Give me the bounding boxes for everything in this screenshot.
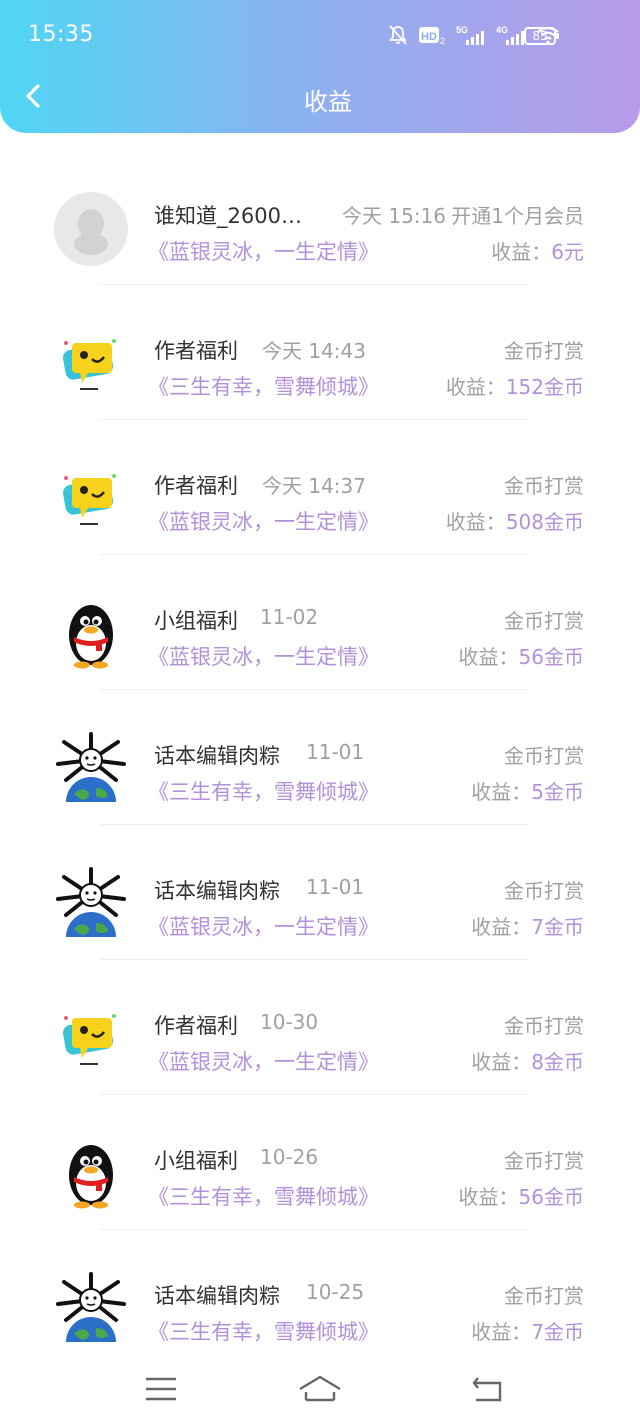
svg-text:4G: 4G bbox=[496, 25, 508, 35]
avatar[interactable] bbox=[52, 1270, 130, 1348]
avatar[interactable] bbox=[52, 325, 130, 403]
status-time: 15:35 bbox=[28, 22, 94, 47]
record-type: 金币打赏 bbox=[504, 609, 584, 633]
book-title: 《三生有幸，雪舞倾城》 bbox=[148, 780, 379, 804]
header-bar: 15:35 HD 2 5G 4G 85 收益 bbox=[0, 0, 640, 133]
record-type: 金币打赏 bbox=[504, 1149, 584, 1173]
record-time: 今天 15:16 bbox=[342, 204, 446, 228]
record-type: 金币打赏 bbox=[504, 744, 584, 768]
record-type: 金币打赏 bbox=[504, 339, 584, 363]
list-item[interactable]: 作者福利 10-30 金币打赏 《蓝银灵冰，一生定情》 收益：8金币 bbox=[0, 960, 640, 1095]
book-title: 《三生有幸，雪舞倾城》 bbox=[148, 375, 379, 399]
sender-name: 谁知道_2600… bbox=[154, 204, 302, 228]
sender-name: 作者福利 bbox=[154, 339, 238, 363]
earning-amount: 收益：56金币 bbox=[458, 645, 584, 669]
earnings-list: 谁知道_2600… 今天 15:16 开通1个月会员 《蓝银灵冰，一生定情》 收… bbox=[0, 150, 640, 1365]
sender-name: 话本编辑肉粽 bbox=[154, 744, 280, 768]
record-time: 今天 14:43 bbox=[262, 339, 366, 363]
avatar[interactable] bbox=[52, 865, 130, 943]
svg-text:5G: 5G bbox=[456, 25, 468, 35]
list-item[interactable]: 谁知道_2600… 今天 15:16 开通1个月会员 《蓝银灵冰，一生定情》 收… bbox=[0, 150, 640, 285]
sender-name: 小组福利 bbox=[154, 1149, 238, 1173]
earning-amount: 收益：8金币 bbox=[471, 1050, 584, 1074]
avatar[interactable] bbox=[52, 1135, 130, 1213]
4g-signal-icon: 4G bbox=[496, 24, 526, 46]
earning-amount: 收益：7金币 bbox=[471, 1320, 584, 1344]
list-item[interactable]: 话本编辑肉粽 10-25 金币打赏 《三生有幸，雪舞倾城》 收益：7金币 bbox=[0, 1230, 640, 1365]
book-title: 《三生有幸，雪舞倾城》 bbox=[148, 1320, 379, 1344]
page-title: 收益 bbox=[304, 88, 352, 116]
list-item[interactable]: 作者福利 今天 14:37 金币打赏 《蓝银灵冰，一生定情》 收益：508金币 bbox=[0, 420, 640, 555]
record-type: 金币打赏 bbox=[504, 879, 584, 903]
sender-name: 话本编辑肉粽 bbox=[154, 1284, 280, 1308]
list-item[interactable]: 小组福利 11-02 金币打赏 《蓝银灵冰，一生定情》 收益：56金币 bbox=[0, 555, 640, 690]
5g-signal-icon: 5G bbox=[456, 24, 486, 46]
record-type: 金币打赏 bbox=[504, 1284, 584, 1308]
book-title: 《蓝银灵冰，一生定情》 bbox=[148, 915, 379, 939]
record-type: 开通1个月会员 bbox=[451, 204, 584, 228]
sender-name: 小组福利 bbox=[154, 609, 238, 633]
record-time: 11-01 bbox=[306, 740, 365, 764]
avatar[interactable] bbox=[52, 595, 130, 673]
book-title: 《三生有幸，雪舞倾城》 bbox=[148, 1185, 379, 1209]
earning-amount: 收益：5金币 bbox=[471, 780, 584, 804]
mute-bell-icon bbox=[388, 24, 408, 46]
home-button[interactable] bbox=[298, 1374, 342, 1408]
record-time: 今天 14:37 bbox=[262, 474, 366, 498]
record-time: 10-30 bbox=[260, 1010, 319, 1034]
svg-text:2: 2 bbox=[440, 36, 445, 45]
earning-amount: 收益：56金币 bbox=[458, 1185, 584, 1209]
list-item[interactable]: 小组福利 10-26 金币打赏 《三生有幸，雪舞倾城》 收益：56金币 bbox=[0, 1095, 640, 1230]
avatar[interactable] bbox=[52, 730, 130, 808]
status-bar: 15:35 HD 2 5G 4G 85 bbox=[0, 0, 640, 72]
system-nav-bar bbox=[0, 1362, 640, 1427]
battery-indicator: 85 bbox=[524, 27, 559, 45]
record-time: 10-26 bbox=[260, 1145, 319, 1169]
record-time: 11-02 bbox=[260, 605, 319, 629]
book-title: 《蓝银灵冰，一生定情》 bbox=[148, 240, 379, 264]
menu-icon bbox=[144, 1377, 178, 1408]
record-time: 11-01 bbox=[306, 875, 365, 899]
list-item[interactable]: 作者福利 今天 14:43 金币打赏 《三生有幸，雪舞倾城》 收益：152金币 bbox=[0, 285, 640, 420]
record-type: 金币打赏 bbox=[504, 1014, 584, 1038]
menu-button[interactable] bbox=[144, 1374, 178, 1408]
sender-name: 作者福利 bbox=[154, 1014, 238, 1038]
svg-text:HD: HD bbox=[421, 31, 437, 43]
sender-name: 作者福利 bbox=[154, 474, 238, 498]
book-title: 《蓝银灵冰，一生定情》 bbox=[148, 1050, 379, 1074]
sender-name: 话本编辑肉粽 bbox=[154, 879, 280, 903]
earning-amount: 收益：508金币 bbox=[445, 510, 584, 534]
home-icon bbox=[298, 1375, 342, 1408]
avatar[interactable] bbox=[52, 460, 130, 538]
record-type: 金币打赏 bbox=[504, 474, 584, 498]
record-time: 10-25 bbox=[306, 1280, 365, 1304]
avatar[interactable] bbox=[52, 1000, 130, 1078]
hd-icon: HD 2 bbox=[418, 25, 446, 45]
earning-amount: 收益：6元 bbox=[491, 240, 584, 264]
list-item[interactable]: 话本编辑肉粽 11-01 金币打赏 《三生有幸，雪舞倾城》 收益：5金币 bbox=[0, 690, 640, 825]
back-nav-button[interactable] bbox=[470, 1374, 504, 1408]
earning-amount: 收益：152金币 bbox=[445, 375, 584, 399]
avatar[interactable] bbox=[52, 190, 130, 268]
book-title: 《蓝银灵冰，一生定情》 bbox=[148, 510, 379, 534]
back-icon bbox=[470, 1377, 504, 1408]
earning-amount: 收益：7金币 bbox=[471, 915, 584, 939]
book-title: 《蓝银灵冰，一生定情》 bbox=[148, 645, 379, 669]
list-item[interactable]: 话本编辑肉粽 11-01 金币打赏 《蓝银灵冰，一生定情》 收益：7金币 bbox=[0, 825, 640, 960]
